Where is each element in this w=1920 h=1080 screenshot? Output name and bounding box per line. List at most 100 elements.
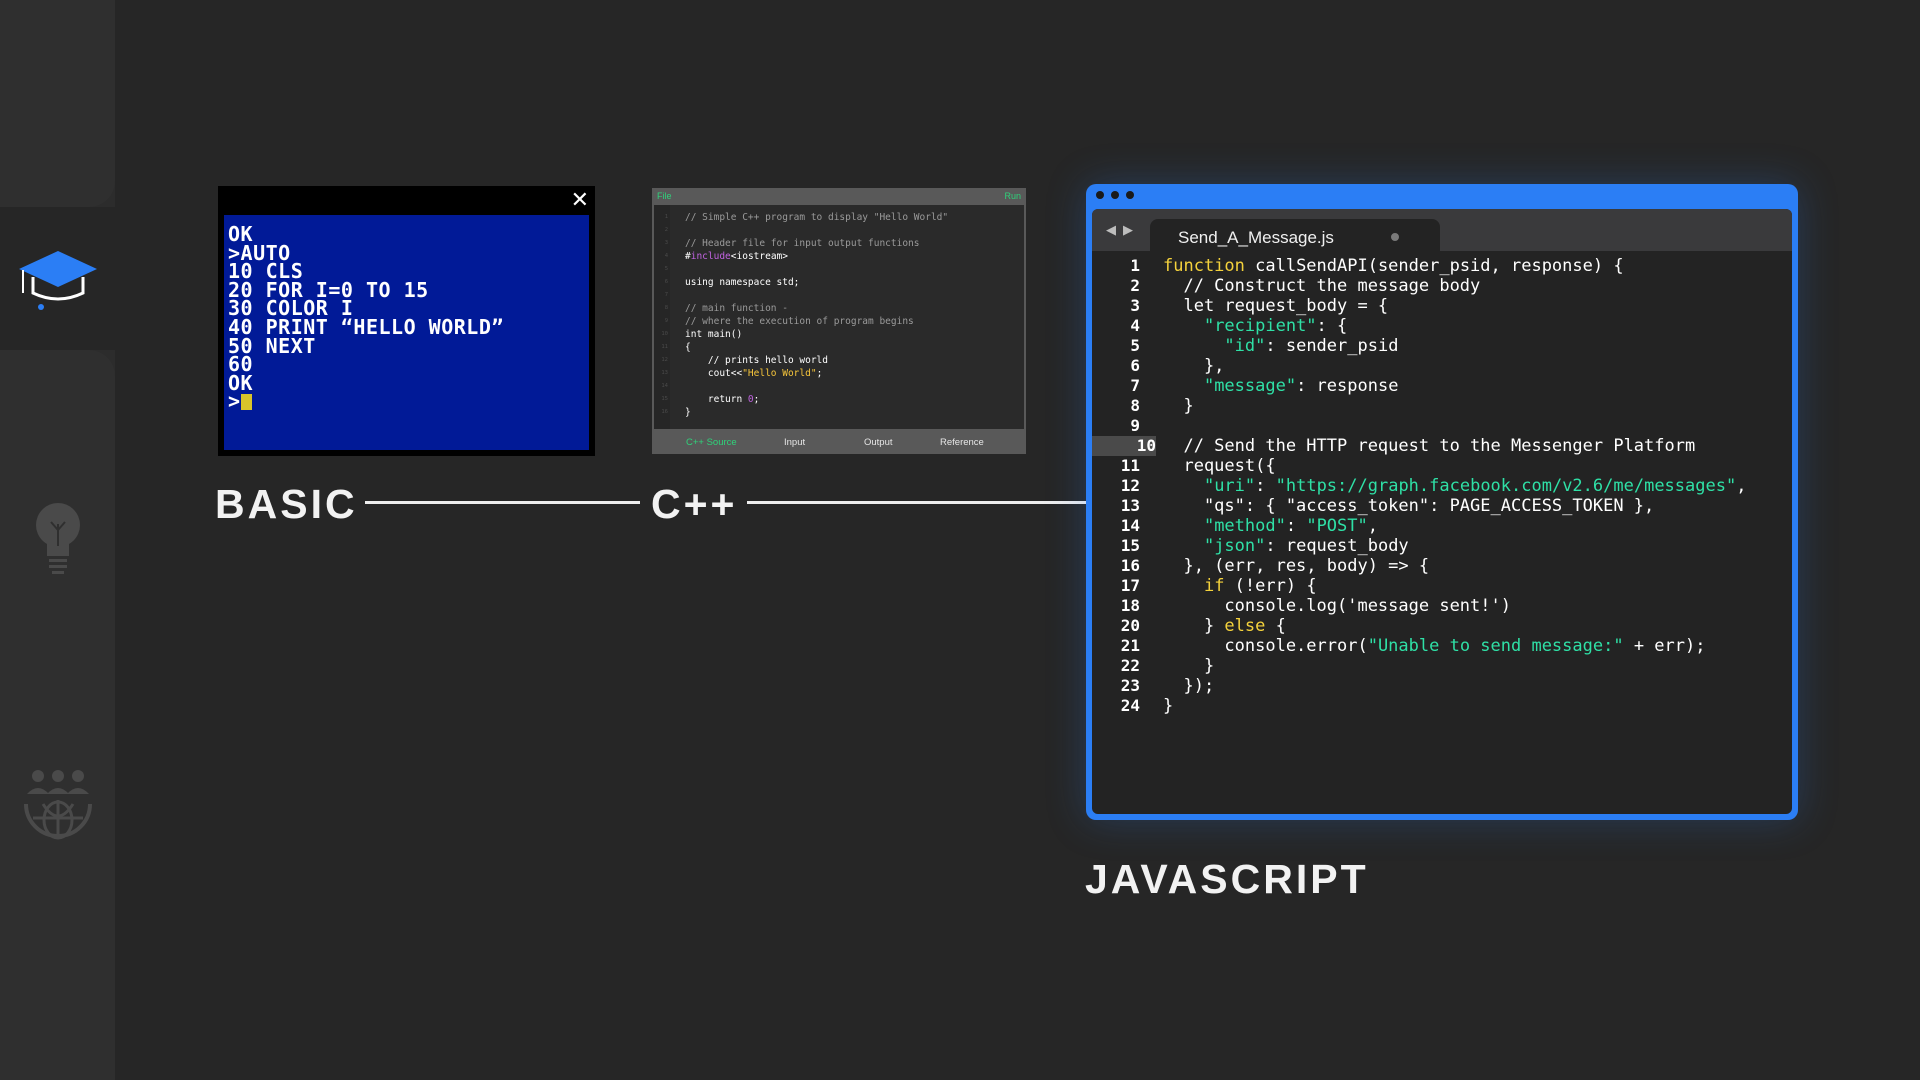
line-number: 23	[1120, 676, 1140, 695]
forward-arrow-icon[interactable]: ▶	[1123, 222, 1133, 238]
basic-line: 50 NEXT	[228, 333, 316, 358]
code-line: // Construct the message body	[1163, 276, 1481, 296]
code-line: console.log('message sent!')	[1163, 596, 1511, 616]
line-number: 10	[1092, 436, 1156, 456]
line-number: 13	[661, 370, 668, 376]
code-line: }	[685, 407, 691, 418]
line-number: 22	[1120, 656, 1140, 675]
cpp-menubar: File Run	[652, 188, 1026, 204]
cpp-code-editor[interactable]: 1 2 3 4 5 6 7 8 9 10 11 12 13 14 15 16 // Simple C++ pr…	[654, 205, 1024, 429]
cpp-editor-window: File Run 1 2 3 4 5 6 7 8 9 10 11 12 13 14 15 16 // Simp…	[652, 188, 1026, 454]
code-line: {	[685, 342, 691, 353]
js-line-gutter: 1 2 3 4 5 6 7 8 9 10 11 12 13 14 15 16 17 18 20 21 22 23 24	[1092, 256, 1156, 814]
line-number: 11	[661, 344, 668, 350]
code-line: }	[1163, 656, 1215, 676]
back-arrow-icon[interactable]: ◀	[1106, 222, 1116, 238]
line-number: 1	[664, 214, 668, 220]
code-line: "uri": "https://graph.facebook.com/v2.6/…	[1203, 476, 1747, 496]
cpp-code: // Simple C++ program to display "Hello …	[685, 211, 948, 419]
string-literal: "Hello World"	[742, 368, 817, 379]
line-number: 21	[1120, 636, 1140, 655]
code-line-cout: cout<<"Hello World";	[685, 367, 948, 380]
file-tab[interactable]: Send_A_Message.js	[1150, 219, 1440, 251]
code-line: }	[1163, 396, 1194, 416]
code-line: } else {	[1163, 616, 1286, 636]
semicolon: ;	[816, 368, 823, 379]
line-number: 4	[664, 253, 668, 259]
line-number: 16	[661, 409, 668, 415]
line-number: 7	[1130, 376, 1140, 395]
code-line: // Send the HTTP request to the Messenge…	[1163, 436, 1696, 456]
line-number: 12	[661, 357, 668, 363]
code-line: console.error("Unable to send message:" …	[1163, 636, 1706, 656]
code-line: // prints hello world	[685, 355, 828, 366]
code-line: }	[1163, 696, 1174, 716]
line-number: 6	[1130, 356, 1140, 375]
graduation-cap-icon[interactable]	[17, 247, 99, 313]
return-keyword: return	[685, 394, 748, 405]
line-number: 11	[1120, 456, 1140, 475]
tab-output[interactable]: Output	[864, 437, 893, 448]
code-line: // Simple C++ program to display "Hello …	[685, 212, 949, 223]
basic-screen: OK >AUTO 10 CLS 20 FOR I=0 TO 15 30 COLO…	[224, 215, 589, 450]
js-editor: ◀ ▶ Send_A_Message.js 1 2 3 4 5 6 7 8 9 10 11 12 13 1…	[1092, 209, 1792, 814]
tab-reference[interactable]: Reference	[940, 437, 984, 448]
window-controls	[1096, 191, 1134, 199]
cout-prefix: cout<<	[685, 368, 743, 379]
code-line: if (!err) {	[1203, 576, 1317, 596]
unsaved-dot-icon[interactable]	[1391, 233, 1399, 241]
close-icon[interactable]: ✕	[571, 188, 589, 212]
line-number: 15	[1120, 536, 1140, 555]
file-menu[interactable]: File	[657, 191, 672, 201]
line-number: 10	[661, 331, 668, 337]
code-line: // Header file for input output function…	[685, 238, 920, 249]
line-number: 14	[661, 383, 668, 389]
javascript-label: JAVASCRIPT	[1085, 856, 1369, 902]
tab-input[interactable]: Input	[784, 437, 805, 448]
basic-line: 60	[228, 352, 254, 377]
tab-cpp-source[interactable]: C++ Source	[686, 437, 737, 448]
run-button[interactable]: Run	[1004, 191, 1021, 201]
line-number: 8	[1130, 396, 1140, 415]
line-number: 3	[664, 240, 668, 246]
lightbulb-icon[interactable]	[17, 500, 99, 580]
global-community-icon[interactable]	[17, 768, 99, 844]
code-line: "message": response	[1203, 376, 1399, 396]
text-cursor	[240, 394, 252, 411]
maximize-window-dot[interactable]	[1126, 191, 1134, 199]
basic-prompt-line[interactable]: >	[228, 389, 589, 414]
basic-prompt: >	[228, 389, 241, 414]
js-code-area[interactable]: 1 2 3 4 5 6 7 8 9 10 11 12 13 14 15 16 17 18 20 21 22 23 24 fu…	[1092, 256, 1792, 814]
code-line: "qs": { "access_token": PAGE_ACCESS_TOKE…	[1163, 496, 1655, 516]
line-number: 3	[1130, 296, 1140, 315]
cpp-tabbar: C++ Source Input Output Reference	[652, 432, 1026, 454]
line-number: 2	[1130, 276, 1140, 295]
line-number: 4	[1130, 316, 1140, 335]
include-keyword: include	[690, 251, 731, 262]
code-line: using namespace std;	[685, 277, 800, 288]
file-tab-label: Send_A_Message.js	[1178, 228, 1334, 247]
minimize-window-dot[interactable]	[1111, 191, 1119, 199]
code-line: },	[1163, 356, 1225, 376]
line-number: 7	[664, 292, 668, 298]
code-line: "id": sender_psid	[1224, 336, 1399, 356]
line-number: 18	[1120, 596, 1140, 615]
sidebar-top-block	[0, 0, 115, 207]
code-line: // where the execution of program begins	[685, 316, 914, 327]
close-window-dot[interactable]	[1096, 191, 1104, 199]
cpp-label: C++	[651, 481, 738, 527]
line-number: 2	[664, 227, 668, 233]
line-number: 15	[661, 396, 668, 402]
connector-line-basic-cpp	[365, 501, 640, 504]
code-line: "method": "POST",	[1203, 516, 1378, 536]
line-number: 6	[664, 279, 668, 285]
basic-line: OK	[228, 370, 254, 395]
code-line: // main function -	[685, 303, 788, 314]
basic-terminal-window: ✕ OK >AUTO 10 CLS 20 FOR I=0 TO 15 30 CO…	[218, 186, 595, 456]
sidebar-item-learn[interactable]	[0, 207, 115, 350]
line-number: 8	[664, 305, 668, 311]
code-line: }, (err, res, body) => {	[1163, 556, 1430, 576]
